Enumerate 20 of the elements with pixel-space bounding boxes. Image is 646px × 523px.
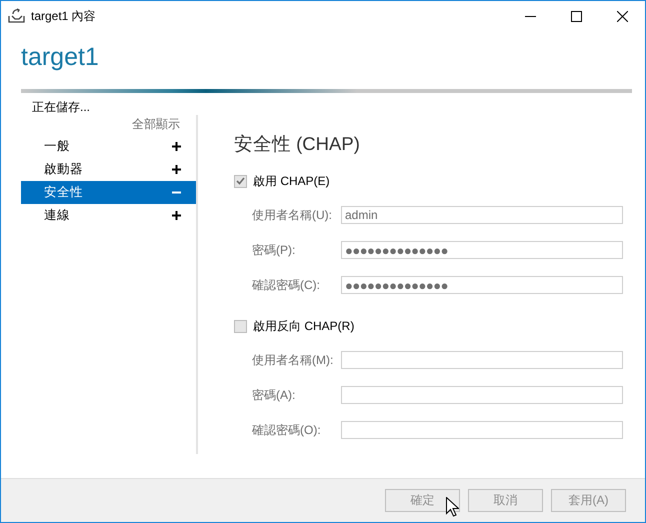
- window-title: target1 內容: [31, 8, 96, 24]
- page-heading: target1: [21, 43, 100, 73]
- sidebar-item[interactable]: 啟動器: [21, 158, 196, 181]
- field-label: 使用者名稱(U):: [252, 206, 333, 224]
- field-label: 確認密碼(C):: [252, 276, 321, 294]
- field-label: 密碼(P):: [252, 242, 296, 258]
- section-title: 安全性 (CHAP): [234, 132, 361, 156]
- close-icon: [616, 10, 628, 22]
- field-label: 使用者名稱(M):: [252, 352, 334, 368]
- sidebar-item[interactable]: 安全性: [21, 181, 196, 204]
- maximize-icon: [570, 10, 582, 22]
- sidebar-item[interactable]: 連線: [21, 204, 196, 227]
- app-icon: [8, 8, 25, 24]
- cursor-icon: [446, 497, 459, 517]
- sidebar-item[interactable]: 一般: [21, 135, 196, 158]
- show-all-link[interactable]: 全部顯示: [21, 115, 196, 135]
- status-text: 正在儲存...: [32, 99, 92, 115]
- field-label: 確認密碼(O):: [252, 422, 322, 438]
- field-label: 密碼(A):: [252, 386, 296, 404]
- checkmark-icon: [236, 177, 245, 185]
